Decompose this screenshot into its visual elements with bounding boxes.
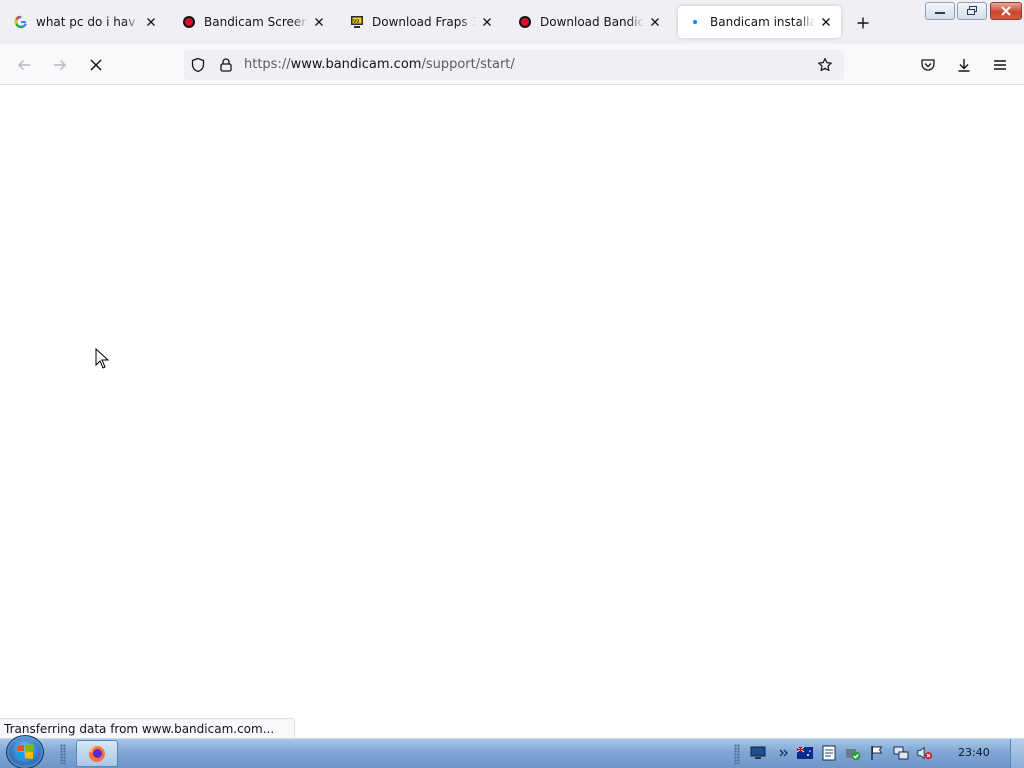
close-tab-icon[interactable] xyxy=(312,15,326,29)
taskbar-firefox-button[interactable] xyxy=(76,740,118,767)
address-bar[interactable]: https://www.bandicam.com/support/start/ xyxy=(184,50,844,80)
tray-grip[interactable] xyxy=(734,744,740,764)
tab-google-search[interactable]: what pc do i hav - Google Search xyxy=(4,6,166,38)
tab-download-fraps[interactable]: 99 Download Fraps 3.5.99 xyxy=(340,6,502,38)
tab-title: Bandicam Screen Recorder xyxy=(204,15,308,29)
tab-bandicam-installation[interactable]: Bandicam installation xyxy=(678,6,841,38)
close-icon xyxy=(1001,6,1011,16)
lock-icon[interactable] xyxy=(217,56,235,74)
close-tab-icon[interactable] xyxy=(480,15,494,29)
tab-title: what pc do i hav - Google Search xyxy=(36,15,140,29)
page-content[interactable] xyxy=(0,85,1024,737)
security-check-tray-icon[interactable] xyxy=(845,745,861,761)
google-g-icon xyxy=(14,15,28,29)
action-center-flag-icon[interactable] xyxy=(869,745,885,761)
taskbar: 23:40 xyxy=(0,735,1024,768)
close-window-button[interactable] xyxy=(990,2,1022,20)
start-button[interactable] xyxy=(6,735,44,768)
app-menu-button[interactable] xyxy=(987,52,1013,78)
windows-logo-icon xyxy=(17,744,33,759)
tab-title: Download Fraps 3.5.99 xyxy=(372,15,476,29)
pocket-icon xyxy=(921,59,935,71)
status-panel: Transferring data from www.bandicam.com.… xyxy=(0,718,296,738)
fraps-icon: 99 xyxy=(350,15,364,29)
close-tab-icon[interactable] xyxy=(648,15,662,29)
monitor-tray-icon[interactable] xyxy=(750,745,766,761)
tab-download-bandicam[interactable]: Download Bandicam xyxy=(508,6,670,38)
download-arrow-icon xyxy=(958,59,970,72)
navigation-toolbar: https://www.bandicam.com/support/start/ xyxy=(0,44,1024,85)
clock[interactable]: 23:40 xyxy=(958,746,990,759)
new-tab-button[interactable] xyxy=(852,12,874,34)
loading-dot-icon xyxy=(688,15,702,29)
mouse-pointer-icon xyxy=(95,348,109,369)
forward-button[interactable] xyxy=(47,52,73,78)
close-tab-icon[interactable] xyxy=(819,15,833,29)
show-hidden-icons-chevron-icon[interactable] xyxy=(776,745,792,761)
tracking-protection-shield-icon[interactable] xyxy=(189,56,207,74)
firefox-icon xyxy=(89,745,105,762)
stop-loading-button[interactable] xyxy=(83,52,109,78)
pocket-button[interactable] xyxy=(915,52,941,78)
arrow-right-icon xyxy=(54,59,67,71)
restore-button[interactable] xyxy=(957,2,987,20)
close-tab-icon[interactable] xyxy=(144,15,158,29)
arrow-left-icon xyxy=(17,59,30,71)
hamburger-menu-icon xyxy=(994,60,1006,70)
document-tray-icon[interactable] xyxy=(821,745,837,761)
url-path: /support/start/ xyxy=(421,57,515,72)
back-button[interactable] xyxy=(11,52,37,78)
toolbar-grip[interactable] xyxy=(60,744,66,764)
volume-muted-icon[interactable] xyxy=(917,745,933,761)
language-flag-icon[interactable] xyxy=(797,745,813,761)
bandicam-record-icon xyxy=(518,15,532,29)
network-tray-icon[interactable] xyxy=(893,745,909,761)
url-host: www.bandicam.com xyxy=(290,57,422,72)
tab-strip: what pc do i hav - Google Search Bandica… xyxy=(0,0,1024,44)
svg-text:99: 99 xyxy=(353,19,359,25)
minimize-button[interactable] xyxy=(925,2,955,20)
downloads-button[interactable] xyxy=(951,52,977,78)
url-text[interactable]: https://www.bandicam.com/support/start/ xyxy=(244,57,515,72)
show-desktop-button[interactable] xyxy=(1010,739,1024,768)
url-scheme: https:// xyxy=(244,57,291,72)
stop-x-icon xyxy=(90,59,102,71)
tab-title: Download Bandicam xyxy=(540,15,644,29)
plus-icon xyxy=(857,17,869,29)
restore-icon xyxy=(967,6,977,15)
tab-title: Bandicam installation xyxy=(710,15,815,29)
minimize-icon xyxy=(935,12,945,14)
bookmark-star-icon[interactable] xyxy=(816,56,834,74)
bandicam-record-icon xyxy=(182,15,196,29)
tab-bandicam-screen-recorder[interactable]: Bandicam Screen Recorder xyxy=(172,6,334,38)
